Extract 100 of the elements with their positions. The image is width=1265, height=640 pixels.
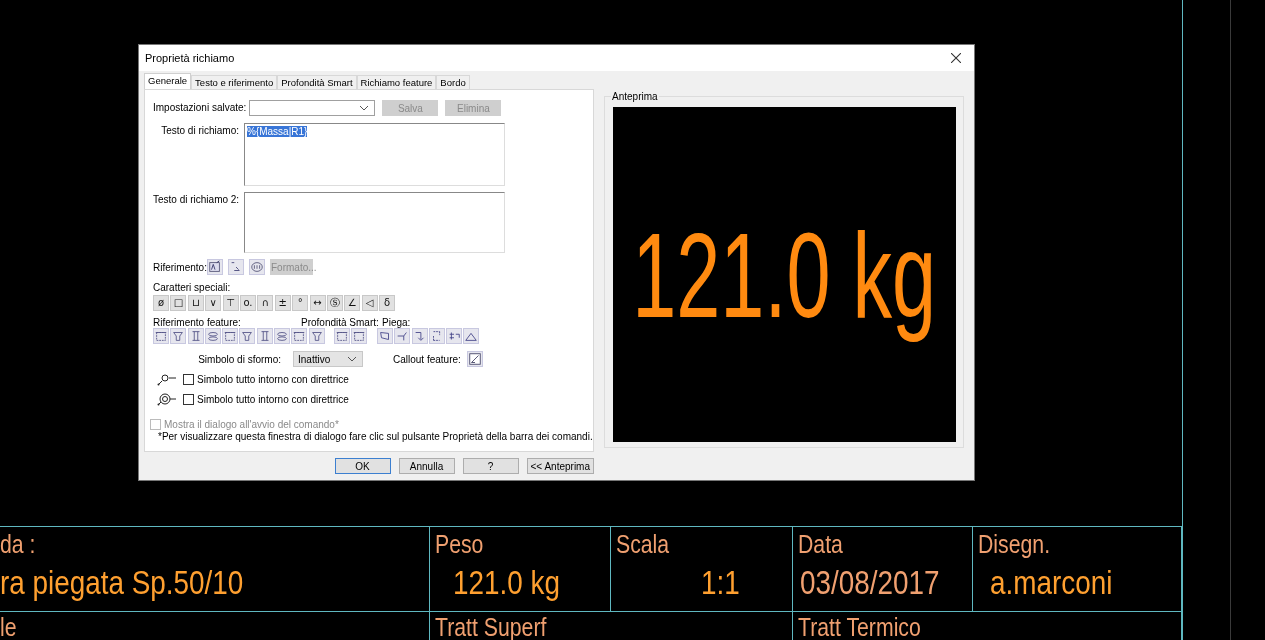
button[interactable]: ? [462, 458, 519, 474]
bend-icon [377, 329, 392, 343]
toolbar-button[interactable] [308, 328, 325, 344]
cell-label: Scala [616, 530, 670, 558]
toolbar-button[interactable] [411, 328, 428, 344]
toolbar-button[interactable] [466, 351, 483, 367]
toolbar-button[interactable] [463, 328, 480, 344]
toolbar-button[interactable] [291, 328, 308, 344]
chevron-icon [360, 105, 369, 111]
cell-value: 03/08/2017 [800, 562, 940, 602]
tab[interactable]: Generale [144, 73, 192, 89]
field-label: Testo di richiamo 2: [153, 193, 241, 207]
close-icon [951, 53, 961, 63]
callout-icon [467, 352, 482, 366]
field-value: Inattivo [298, 353, 331, 365]
checkbox-label: Simbolo tutto intorno con direttrice [197, 374, 349, 385]
symbol-key[interactable]: Ⓢ [326, 295, 343, 311]
toolbar-button[interactable] [204, 328, 221, 344]
toolbar-button[interactable] [333, 328, 350, 344]
symbol-icon [309, 329, 324, 343]
toolbar-button[interactable] [207, 259, 223, 275]
tab[interactable]: Bordo [436, 75, 470, 89]
symbol-icon [334, 329, 349, 343]
tab[interactable]: Profondità Smart [277, 75, 357, 89]
symbol-key[interactable]: ∨ [205, 295, 222, 311]
cell-value: a.marconi [990, 562, 1113, 602]
toolbar-button[interactable] [228, 259, 244, 275]
button[interactable]: << Anteprima [526, 458, 594, 474]
checkbox-label: Mostra il dialogo all'avvio del comando* [164, 419, 339, 430]
toolbar-button[interactable] [376, 328, 393, 344]
symbol-icon [205, 329, 220, 343]
field-label: Testo di richiamo: [160, 124, 240, 138]
toolbar-button[interactable] [350, 328, 367, 344]
button[interactable]: OK [334, 458, 391, 474]
symbol-key[interactable]: ◁ [361, 295, 378, 311]
tab[interactable]: Testo e riferimento [191, 75, 278, 89]
toolbar-button[interactable] [428, 328, 445, 344]
symbol-key[interactable]: ° [292, 295, 309, 311]
toolbar-button[interactable] [446, 328, 463, 344]
cell-label: le [0, 614, 17, 640]
text-area[interactable]: %{Massa|R1} [244, 123, 505, 186]
leader-icon [157, 372, 177, 387]
cell-value: 1:1 [701, 562, 740, 602]
toolbar-button[interactable] [187, 328, 204, 344]
cell-label: Data [798, 530, 843, 558]
toolbar-button[interactable] [394, 328, 411, 344]
section-label: Piega: [382, 317, 411, 328]
symbol-key[interactable]: o. [239, 295, 256, 311]
text-area[interactable] [244, 192, 505, 253]
symbol-key[interactable]: ⊔ [187, 295, 204, 311]
symbol-key[interactable]: ∩ [257, 295, 274, 311]
symbol-icon [292, 329, 307, 343]
dropdown-field[interactable]: Inattivo [293, 351, 363, 367]
field-label: Riferimento: [153, 261, 207, 273]
symbol-icon [240, 329, 255, 343]
button[interactable]: Annulla [398, 458, 455, 474]
symbol-icon [351, 329, 366, 343]
toolbar-button[interactable] [170, 328, 187, 344]
toolbar-button[interactable] [153, 328, 169, 344]
note-text: *Per visualizzare questa finestra di dialogo fare clic sul pulsante Proprietà della barra dei comandi. [158, 431, 593, 443]
cell-label: da : [0, 530, 36, 558]
toolbar-button[interactable] [239, 328, 256, 344]
section-label: Caratteri speciali: [153, 282, 232, 293]
symbol-icon [229, 260, 243, 274]
preview-text: 121.0 kg [632, 206, 937, 344]
window-title: Proprietà richiamo [145, 52, 235, 64]
symbol-key[interactable]: ± [274, 295, 291, 311]
toolbar-button[interactable] [274, 328, 291, 344]
symbol-key[interactable]: ⊤ [222, 295, 239, 311]
tab[interactable]: Richiamo feature [356, 75, 437, 89]
field-label: Callout feature: [393, 353, 462, 365]
cell-value: 121.0 kg [453, 562, 560, 602]
checkbox-label: Simbolo tutto intorno con direttrice [197, 394, 349, 405]
symbol-icon [208, 260, 222, 274]
symbol-icon [250, 260, 264, 274]
symbol-key[interactable]: δ [379, 295, 396, 311]
symbol-key[interactable]: □ [170, 295, 187, 311]
symbol-key[interactable]: ∠ [344, 295, 361, 311]
section-label: Profondità Smart: [301, 317, 380, 328]
field-label: Simbolo di sformo: [197, 353, 282, 365]
symbol-icon [223, 329, 238, 343]
section-label: Riferimento feature: [153, 317, 242, 328]
symbol-key[interactable]: ø [153, 295, 169, 311]
dropdown-field[interactable] [249, 100, 376, 116]
symbol-icon [275, 329, 290, 343]
checkbox[interactable] [183, 394, 194, 405]
cell-label: Tratt Termico [798, 614, 921, 640]
symbol-key[interactable]: ↔ [309, 295, 326, 311]
symbol-icon [171, 329, 186, 343]
field-label: Impostazioni salvate: [153, 101, 248, 115]
group-label: Anteprima [611, 91, 659, 102]
toolbar-button[interactable] [249, 259, 265, 275]
leader-icon [157, 392, 177, 407]
checkbox[interactable] [183, 374, 194, 385]
toolbar-button[interactable] [222, 328, 239, 344]
cell-value: ra piegata Sp.50/10 [0, 562, 244, 602]
cell-label: Peso [435, 530, 484, 558]
cell-label: Disegn. [978, 530, 1051, 558]
toolbar-button[interactable] [256, 328, 273, 344]
symbol-icon [154, 329, 168, 343]
